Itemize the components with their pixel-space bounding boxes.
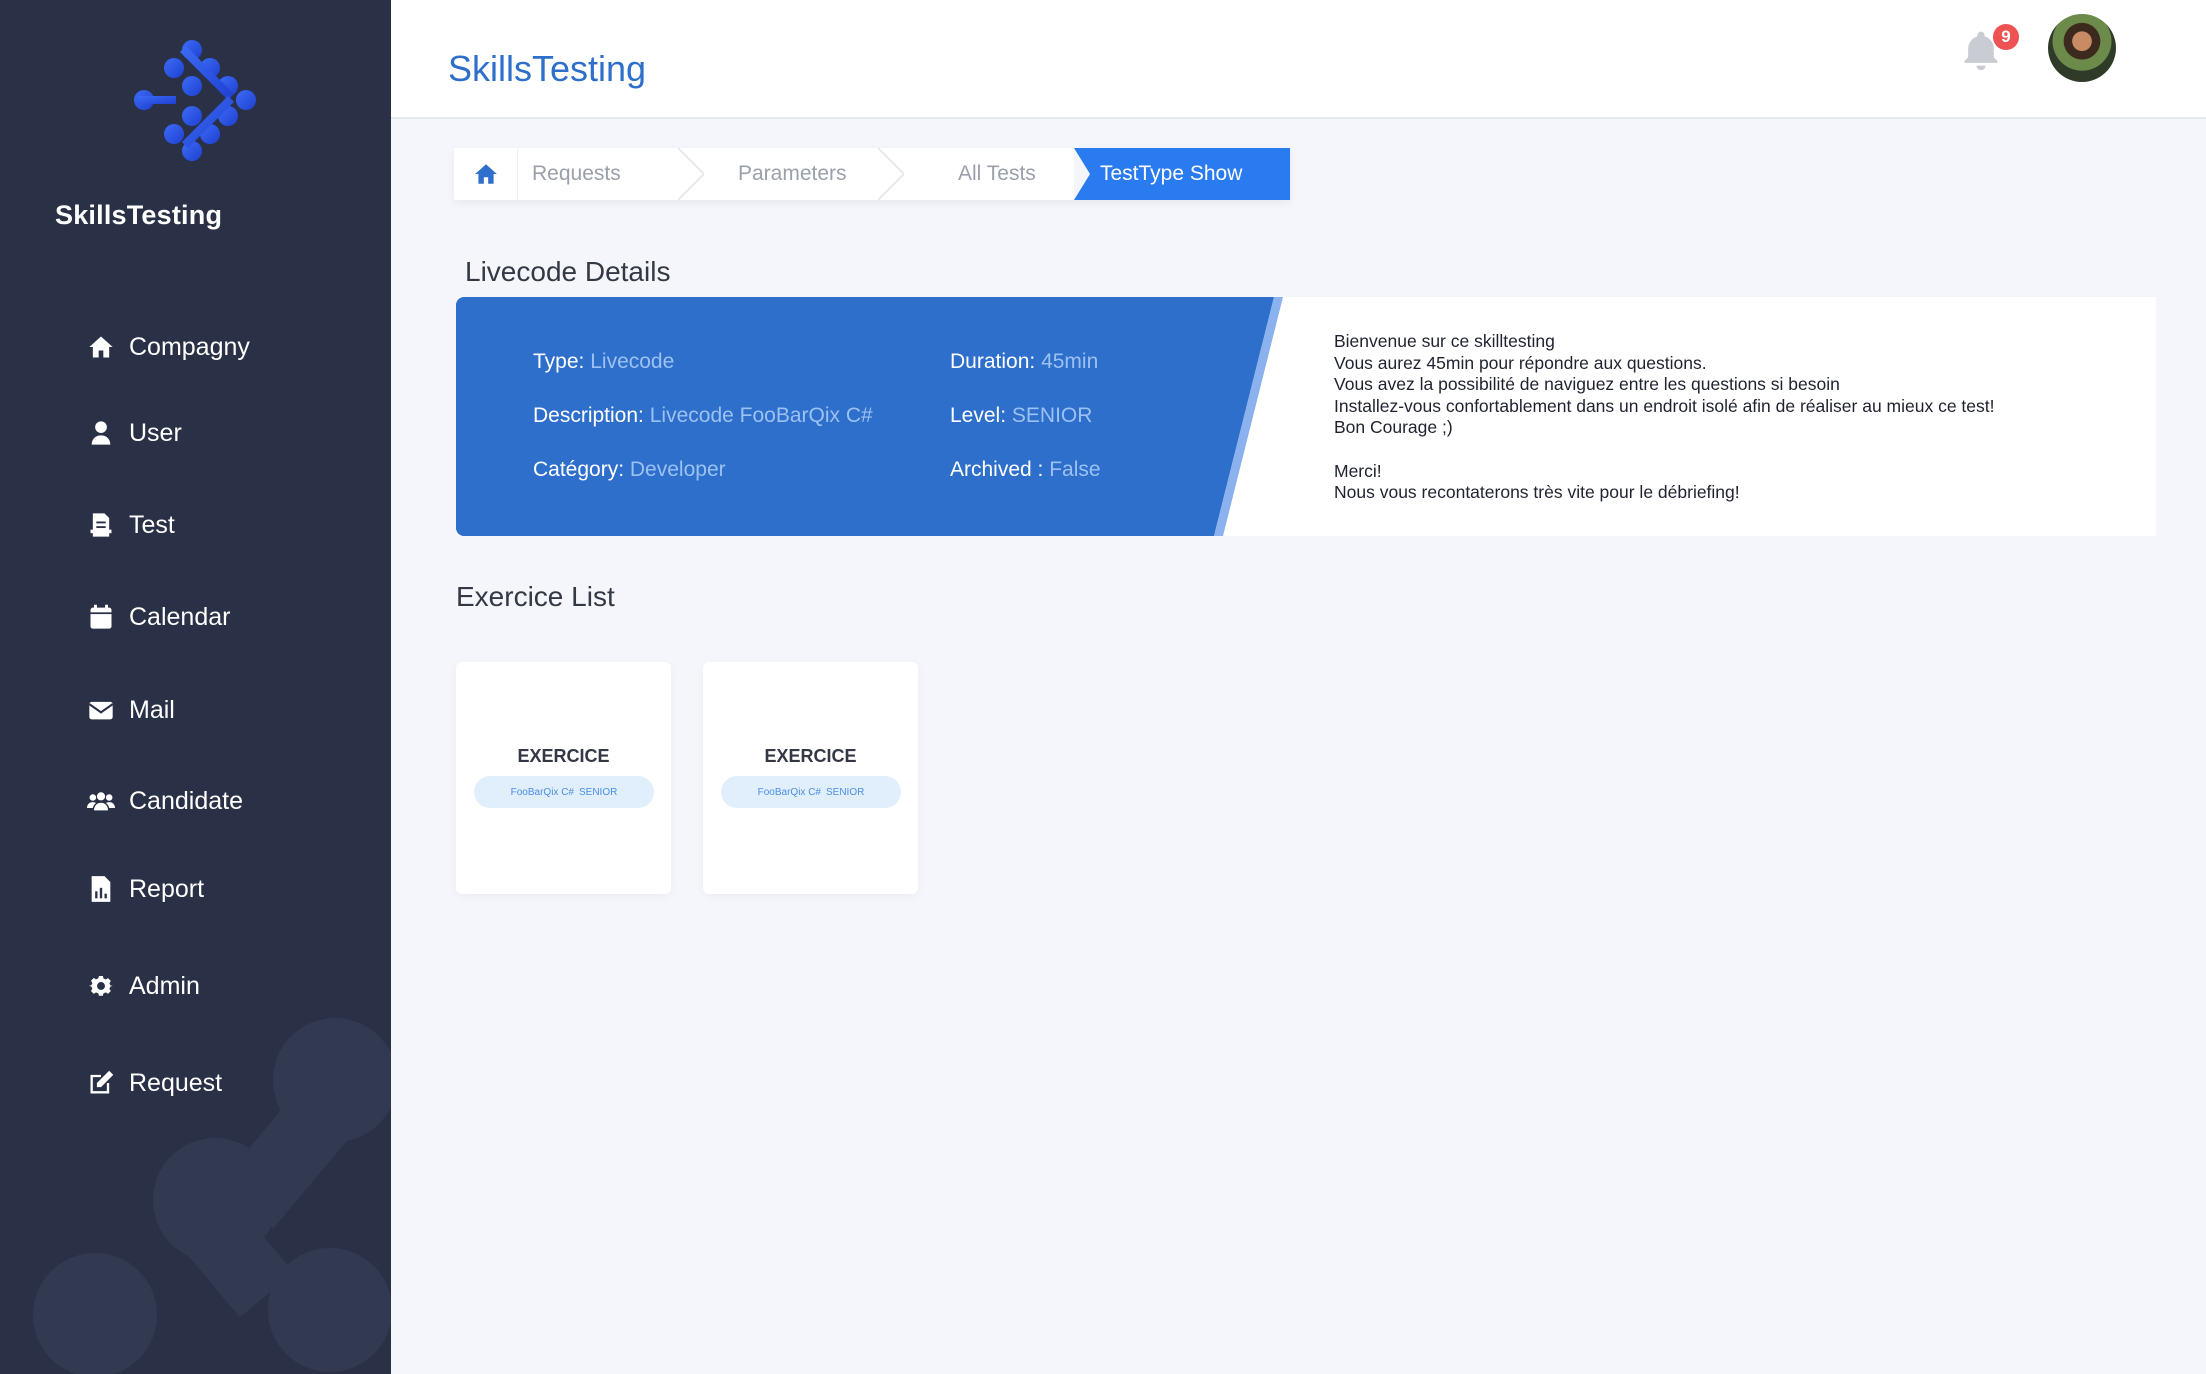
mail-icon — [85, 694, 117, 726]
details-title: Livecode Details — [465, 256, 671, 287]
sidebar-item-label: Admin — [129, 971, 200, 1000]
home-icon — [85, 331, 117, 363]
sidebar-item-label: Mail — [129, 695, 175, 724]
sidebar-item-mail[interactable]: Mail — [85, 690, 175, 730]
type-field: Type: Livecode — [533, 350, 675, 373]
top-bar: SkillsTesting 9 — [391, 0, 2206, 119]
skillstesting-logo-icon — [134, 40, 256, 161]
sidebar-item-test[interactable]: Test — [85, 505, 175, 545]
archived-field: Archived : False — [950, 458, 1101, 481]
avatar[interactable] — [2048, 14, 2116, 82]
breadcrumb-separator — [878, 148, 904, 200]
duration-field: Duration: 45min — [950, 350, 1099, 373]
breadcrumb-all-tests[interactable]: All Tests — [878, 148, 1074, 200]
sidebar-item-label: Request — [129, 1068, 223, 1097]
notification-badge: 9 — [1993, 24, 2019, 50]
exercise-tag: FooBarQix C# SENIOR — [721, 776, 901, 808]
exercise-tag: FooBarQix C# SENIOR — [474, 776, 654, 808]
sidebar-item-candidate[interactable]: Candidate — [85, 781, 243, 821]
level-field: Level: SENIOR — [950, 404, 1093, 427]
breadcrumb-separator — [678, 148, 704, 200]
exercise-card[interactable]: EXERCICE FooBarQix C# SENIOR — [456, 662, 671, 894]
breadcrumb-parameters[interactable]: Parameters — [678, 148, 904, 200]
breadcrumb-requests[interactable]: Requests — [518, 148, 704, 200]
exercise-list-title: Exercice List — [456, 581, 615, 612]
description-field: Description: Livecode FooBarQix C# — [533, 404, 873, 427]
sidebar-item-label: Calendar — [129, 602, 231, 631]
sidebar-item-label: Report — [129, 874, 205, 903]
edit-icon — [85, 1067, 117, 1099]
details-card: Type: Livecode Description: Livecode Foo… — [456, 297, 2156, 536]
sidebar-item-report[interactable]: Report — [85, 869, 204, 909]
sidebar-item-label: Test — [129, 510, 175, 539]
sidebar-item-request[interactable]: Request — [85, 1063, 222, 1103]
breadcrumb-testtype-show[interactable]: TestType Show — [1074, 148, 1290, 200]
breadcrumb-home[interactable] — [454, 148, 518, 200]
users-icon — [85, 785, 117, 817]
home-icon — [474, 164, 497, 184]
report-icon — [85, 873, 117, 905]
sidebar-item-label: User — [129, 418, 182, 447]
sidebar-item-label: Compagny — [129, 332, 250, 361]
page-title: SkillsTesting — [448, 48, 647, 89]
sidebar: SkillsTesting Compagny User Test Calenda… — [0, 0, 391, 1374]
sidebar-item-calendar[interactable]: Calendar — [85, 597, 230, 637]
exercise-card-title: EXERCICE — [517, 746, 610, 766]
exercise-card[interactable]: EXERCICE FooBarQix C# SENIOR — [703, 662, 918, 894]
category-field: Catégory: Developer — [533, 458, 726, 481]
exercise-card-title: EXERCICE — [764, 746, 857, 766]
sidebar-item-admin[interactable]: Admin — [85, 966, 200, 1006]
sidebar-item-label: Candidate — [129, 786, 243, 815]
gear-icon — [85, 970, 117, 1002]
welcome-message: Bienvenue sur ce skilltesting Vous aurez… — [1334, 331, 1995, 503]
sidebar-item-user[interactable]: User — [85, 413, 182, 453]
test-icon — [85, 509, 117, 541]
breadcrumb: Requests Parameters All Tests TestType S… — [454, 148, 1290, 200]
user-icon — [85, 417, 117, 449]
sidebar-item-compagny[interactable]: Compagny — [85, 327, 250, 367]
sidebar-brand: SkillsTesting — [55, 200, 223, 230]
calendar-icon — [85, 601, 117, 633]
